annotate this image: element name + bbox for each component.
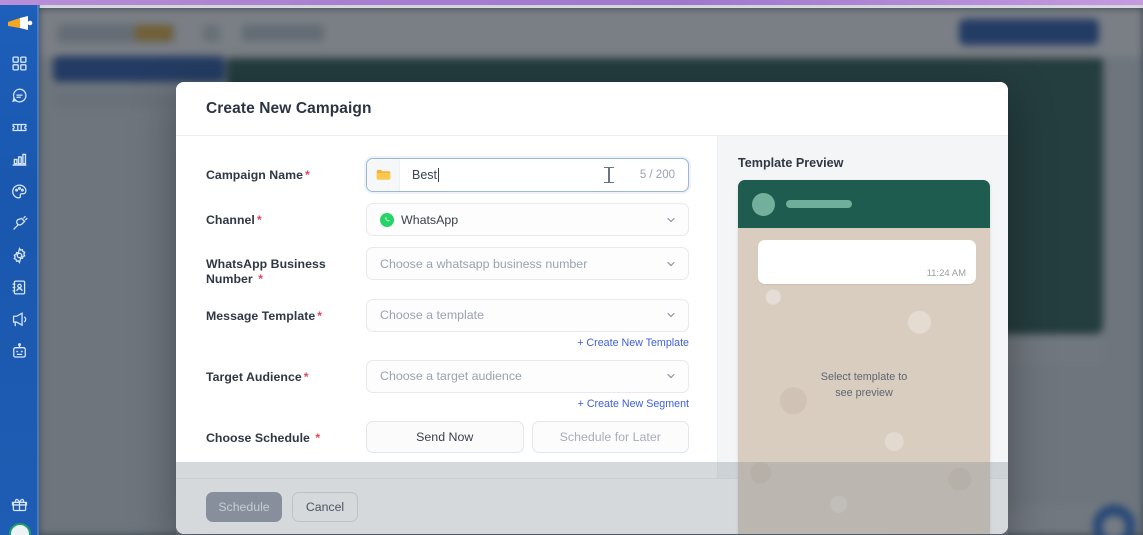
whatsapp-business-number-placeholder: Choose a whatsapp business number bbox=[380, 256, 588, 271]
preview-message-bubble: 11:24 AM bbox=[758, 240, 976, 284]
field-message-template: Message Template * Choose a template + Cr… bbox=[206, 298, 689, 349]
sidebar-item-integrations[interactable] bbox=[5, 208, 35, 238]
create-new-template-link[interactable]: + Create New Template bbox=[577, 337, 689, 349]
campaign-name-value[interactable]: Best bbox=[400, 168, 604, 182]
create-new-segment-link[interactable]: + Create New Segment bbox=[578, 398, 689, 410]
preview-chat-header bbox=[738, 180, 990, 228]
sidebar-item-bot[interactable] bbox=[5, 336, 35, 366]
sidebar-item-chat[interactable] bbox=[5, 80, 35, 110]
preview-empty-line-2: see preview bbox=[835, 387, 893, 399]
label-campaign-name: Campaign Name * bbox=[206, 168, 310, 182]
message-template-placeholder: Choose a template bbox=[380, 308, 485, 323]
app-screen: Create New Campaign Campaign Name * Best… bbox=[0, 0, 1143, 535]
folder-icon bbox=[367, 159, 400, 191]
target-audience-select[interactable]: Choose a target audience bbox=[366, 359, 689, 393]
required-asterisk: * bbox=[317, 308, 323, 323]
field-channel: Channel * WhatsApp bbox=[206, 203, 689, 236]
target-audience-placeholder: Choose a target audience bbox=[380, 369, 522, 384]
sidebar-item-contacts[interactable] bbox=[5, 272, 35, 302]
sidebar-item-campaigns[interactable] bbox=[5, 304, 35, 334]
required-asterisk: * bbox=[305, 168, 310, 182]
required-asterisk: * bbox=[311, 430, 321, 445]
modal-title: Create New Campaign bbox=[206, 99, 372, 117]
modal-body: Campaign Name * Best 5 / 200 Channel * W… bbox=[176, 136, 1008, 534]
label-whatsapp-business-number: WhatsApp Business Number * bbox=[206, 257, 326, 287]
create-new-template-link-wrap: + Create New Template bbox=[366, 337, 689, 349]
sidebar-rail bbox=[0, 0, 39, 535]
campaign-form: Campaign Name * Best 5 / 200 Channel * W… bbox=[176, 136, 717, 478]
user-avatar[interactable] bbox=[8, 523, 31, 535]
preview-contact-avatar bbox=[752, 192, 775, 216]
create-new-segment-link-wrap: + Create New Segment bbox=[366, 398, 689, 410]
label-channel: Channel * bbox=[206, 213, 262, 227]
template-preview-title: Template Preview bbox=[738, 156, 844, 170]
channel-value: WhatsApp bbox=[401, 212, 459, 227]
preview-empty-line-1: Select template to bbox=[820, 370, 908, 383]
text-caret bbox=[438, 168, 440, 182]
campaign-name-input[interactable]: Best 5 / 200 bbox=[366, 158, 689, 192]
chevron-down-icon bbox=[667, 313, 675, 318]
sidebar-item-appearance[interactable] bbox=[5, 176, 35, 206]
chevron-down-icon bbox=[667, 374, 675, 379]
chevron-down-icon bbox=[667, 217, 675, 222]
required-asterisk: * bbox=[303, 369, 309, 384]
send-now-option[interactable]: Send Now bbox=[366, 420, 524, 453]
app-logo[interactable] bbox=[7, 14, 33, 34]
field-target-audience: Target Audience * Choose a target audienc… bbox=[206, 359, 689, 410]
text-cursor-icon bbox=[603, 167, 614, 184]
character-counter: 5 / 200 bbox=[639, 169, 675, 181]
required-asterisk: * bbox=[256, 213, 262, 227]
label-choose-schedule: Choose Schedule * bbox=[206, 430, 321, 445]
sidebar-item-dashboard[interactable] bbox=[5, 48, 35, 78]
create-campaign-modal: Create New Campaign Campaign Name * Best… bbox=[176, 82, 1008, 534]
schedule-button[interactable]: Schedule bbox=[206, 491, 282, 522]
preview-empty-state: Select template to see preview bbox=[738, 369, 990, 401]
sidebar-item-rewards[interactable] bbox=[5, 489, 35, 519]
preview-contact-name-placeholder bbox=[786, 200, 852, 208]
browser-chrome-accent bbox=[0, 0, 1143, 5]
whatsapp-preview-frame: 11:24 AM Select template to see preview bbox=[738, 180, 990, 534]
field-campaign-name: Campaign Name * Best 5 / 200 bbox=[206, 158, 689, 192]
whatsapp-icon bbox=[380, 212, 394, 227]
schedule-for-later-option[interactable]: Schedule for Later bbox=[531, 420, 689, 453]
whatsapp-business-number-select[interactable]: Choose a whatsapp business number bbox=[366, 247, 689, 280]
browser-chrome-edge bbox=[40, 5, 1143, 8]
cancel-button[interactable]: Cancel bbox=[292, 491, 358, 522]
sidebar-item-tickets[interactable] bbox=[5, 112, 35, 142]
label-message-template: Message Template * bbox=[206, 308, 323, 323]
preview-message-time: 11:24 AM bbox=[926, 268, 966, 279]
sidebar-item-analytics[interactable] bbox=[5, 144, 35, 174]
label-target-audience: Target Audience * bbox=[206, 369, 309, 384]
field-whatsapp-business-number: WhatsApp Business Number * Choose a what… bbox=[206, 247, 689, 288]
field-choose-schedule: Choose Schedule * Send Now Schedule for … bbox=[206, 420, 689, 453]
modal-header: Create New Campaign bbox=[176, 82, 1008, 136]
template-preview-panel: Template Preview 11:24 AM Select templat… bbox=[717, 136, 1008, 534]
channel-select[interactable]: WhatsApp bbox=[366, 203, 689, 236]
sidebar-item-settings[interactable] bbox=[5, 240, 35, 270]
chevron-down-icon bbox=[667, 261, 675, 266]
message-template-select[interactable]: Choose a template bbox=[366, 298, 689, 332]
required-asterisk: * bbox=[254, 272, 264, 287]
schedule-toggle-group: Send Now Schedule for Later bbox=[366, 420, 689, 453]
preview-chat-body: 11:24 AM Select template to see preview bbox=[738, 228, 990, 534]
